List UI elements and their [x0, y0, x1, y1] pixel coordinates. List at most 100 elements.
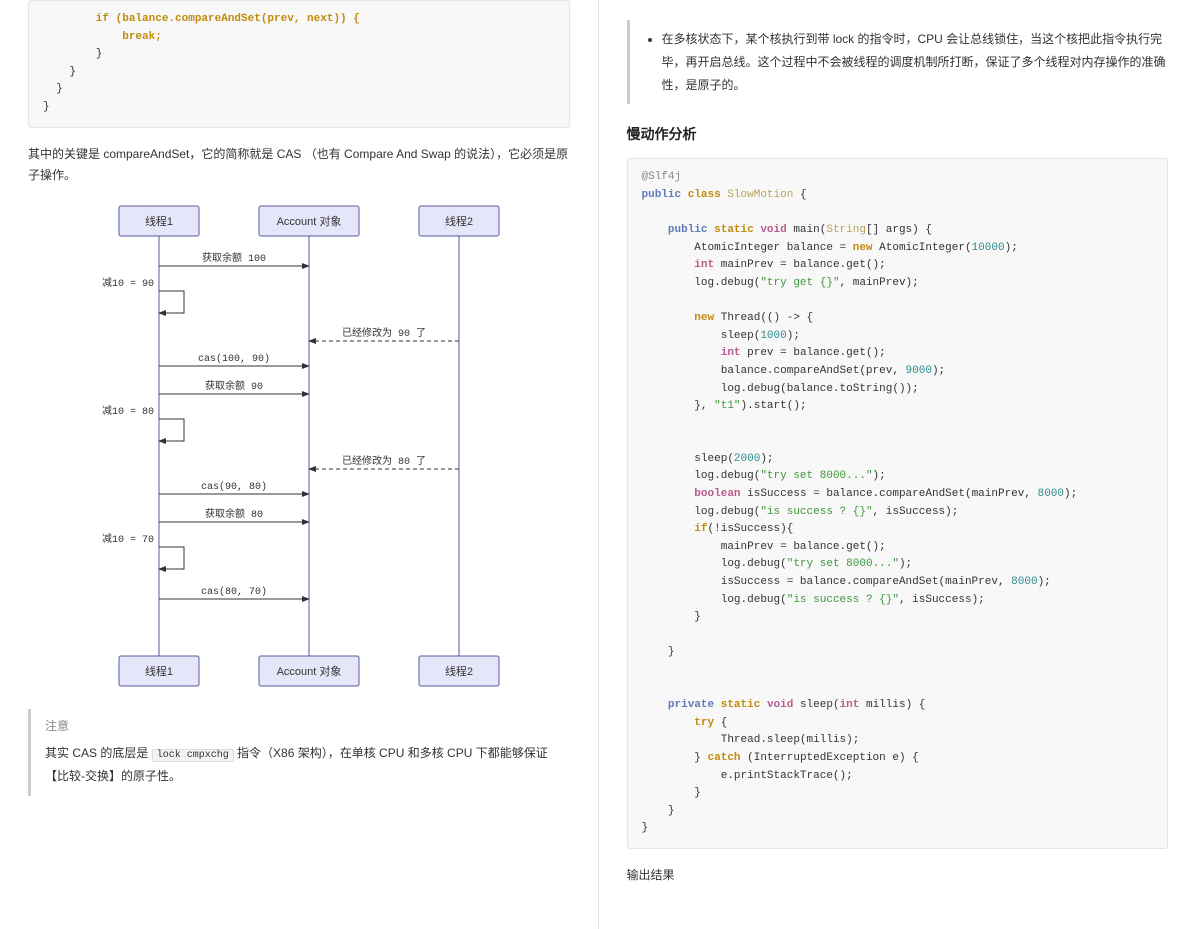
cl: sleep(	[642, 453, 734, 465]
cl: "try set 8000..."	[787, 558, 899, 570]
bullet-item: 在多核状态下，某个核执行到带 lock 的指令时，CPU 会让总线锁住，当这个核…	[662, 28, 1169, 96]
cl: void	[760, 224, 786, 236]
intro-paragraph: 其中的关键是 compareAndSet，它的简称就是 CAS （也有 Comp…	[28, 144, 570, 187]
code-block-1: if (balance.compareAndSet(prev, next)) {…	[28, 0, 570, 128]
cl: 8000	[1038, 488, 1064, 500]
cl: main(	[787, 224, 827, 236]
cl: String	[826, 224, 866, 236]
cl: 8000	[1011, 576, 1037, 588]
code-line: }	[43, 48, 102, 60]
output-label: 输出结果	[627, 865, 1169, 887]
cl: log.debug(	[642, 558, 787, 570]
cl: boolean	[642, 488, 741, 500]
cl: static	[708, 224, 761, 236]
cl: if	[642, 523, 708, 535]
msg: 获取余额 90	[205, 379, 263, 393]
cl: );	[899, 558, 912, 570]
cl: log.debug(	[642, 470, 761, 482]
msg: 已经修改为 80 了	[342, 454, 426, 468]
cl: new	[853, 242, 873, 254]
code-line: }	[43, 66, 76, 78]
cl: [] args) {	[866, 224, 932, 236]
cl: 10000	[972, 242, 1005, 254]
participant-account: Account 对象	[276, 214, 341, 228]
cl: );	[1038, 576, 1051, 588]
inline-code: lock cmpxchg	[152, 749, 234, 762]
code-line: }	[43, 83, 63, 95]
msg: 减10 = 90	[102, 277, 154, 290]
cl: );	[932, 365, 945, 377]
note-title: 注意	[45, 717, 570, 734]
participant-thread1: 线程1	[145, 214, 173, 228]
cl: AtomicInteger(	[873, 242, 972, 254]
msg: 减10 = 70	[102, 533, 154, 546]
cl: log.debug(	[642, 594, 787, 606]
cl: 1000	[760, 330, 786, 342]
cl: int	[642, 347, 741, 359]
cl: isSuccess = balance.compareAndSet(mainPr…	[741, 488, 1038, 500]
cl: );	[873, 470, 886, 482]
cl: balance.compareAndSet(prev,	[642, 365, 906, 377]
cl: log.debug(balance.toString());	[642, 383, 919, 395]
cl: 9000	[906, 365, 932, 377]
code-block-2: @Slf4j public class SlowMotion { public …	[627, 158, 1169, 849]
cl: "is success ? {}"	[787, 594, 899, 606]
cl: "t1"	[714, 400, 740, 412]
cl: (InterruptedException e) {	[741, 752, 919, 764]
cl: "try get {}"	[760, 277, 839, 289]
code-line: break;	[43, 31, 162, 43]
cl: public	[642, 224, 708, 236]
cl: );	[787, 330, 800, 342]
cl: 2000	[734, 453, 760, 465]
cl: }	[642, 787, 701, 799]
note-body: 其实 CAS 的底层是 lock cmpxchg 指令（X86 架构），在单核 …	[45, 742, 570, 788]
msg: 获取余额 100	[202, 251, 266, 265]
cl: }	[642, 752, 708, 764]
cl: (!isSuccess){	[708, 523, 794, 535]
cl: }	[642, 822, 649, 834]
cl: , isSuccess);	[873, 506, 959, 518]
cl: prev = balance.get();	[741, 347, 886, 359]
cl: try	[642, 717, 715, 729]
cl: void	[767, 699, 793, 711]
cl: sleep(	[793, 699, 839, 711]
cl: , isSuccess);	[899, 594, 985, 606]
cl: log.debug(	[642, 277, 761, 289]
cl: log.debug(	[642, 506, 761, 518]
cl: );	[1005, 242, 1018, 254]
cl: AtomicInteger balance =	[642, 242, 853, 254]
cl: },	[642, 400, 715, 412]
msg: 已经修改为 90 了	[342, 326, 426, 340]
cl: , mainPrev);	[840, 277, 919, 289]
cl: );	[760, 453, 773, 465]
heading-slowmotion: 慢动作分析	[627, 124, 1169, 144]
right-column: 在多核状态下，某个核执行到带 lock 的指令时，CPU 会让总线锁住，当这个核…	[599, 0, 1196, 929]
cl: e.printStackTrace();	[642, 770, 853, 782]
cl: Thread(() -> {	[714, 312, 813, 324]
cl: sleep(	[642, 330, 761, 342]
cl: new	[642, 312, 715, 324]
sequence-svg: 线程1 Account 对象 线程2 获取余额 100 减10 = 90 已经修…	[79, 201, 519, 691]
participant-account-b: Account 对象	[276, 664, 341, 678]
cl: {	[714, 717, 727, 729]
cl: class	[681, 189, 727, 201]
cl: {	[793, 189, 806, 201]
cl: Thread.sleep(millis);	[642, 734, 860, 746]
cl: static	[714, 699, 767, 711]
cl: @Slf4j	[642, 171, 682, 183]
msg: 获取余额 80	[205, 507, 263, 521]
cl: int	[642, 259, 715, 271]
code-line: }	[43, 101, 50, 113]
sequence-diagram: 线程1 Account 对象 线程2 获取余额 100 减10 = 90 已经修…	[28, 201, 570, 691]
code-line: if (balance.compareAndSet(prev, next)) {	[43, 13, 360, 25]
note-text-a: 其实 CAS 的底层是	[45, 746, 152, 760]
msg: cas(90, 80)	[201, 481, 267, 493]
cl: "is success ? {}"	[760, 506, 872, 518]
cl: }	[642, 805, 675, 817]
bullet-block: 在多核状态下，某个核执行到带 lock 的指令时，CPU 会让总线锁住，当这个核…	[627, 20, 1169, 104]
cl: }	[642, 646, 675, 658]
cl: }	[642, 611, 701, 623]
cl: isSuccess = balance.compareAndSet(mainPr…	[642, 576, 1012, 588]
participant-thread2-b: 线程2	[445, 664, 473, 678]
cl: int	[840, 699, 860, 711]
